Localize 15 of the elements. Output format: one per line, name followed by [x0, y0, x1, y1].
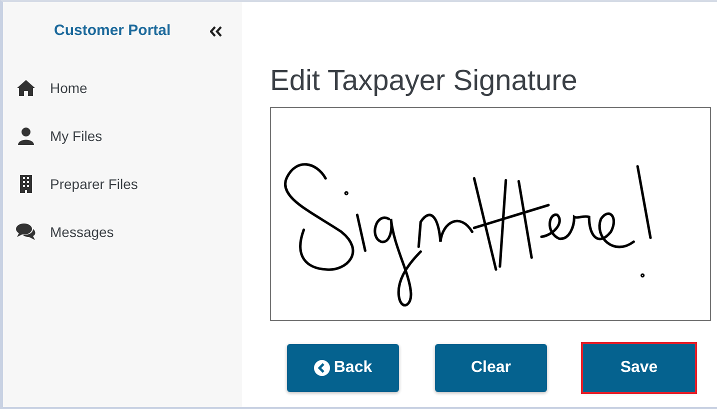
portal-title: Customer Portal: [54, 20, 171, 41]
nav-link[interactable]: Preparer Files: [3, 160, 242, 208]
nav-link[interactable]: Home: [3, 64, 242, 112]
nav-link[interactable]: Messages: [3, 208, 242, 256]
chat-bubbles-icon: [16, 223, 36, 241]
back-circle-icon: [314, 360, 330, 376]
nav-link[interactable]: My Files: [3, 112, 242, 160]
home-icon: [16, 79, 36, 97]
page-heading: Edit Taxpayer Signature: [270, 64, 578, 99]
collapse-icon[interactable]: [210, 26, 222, 36]
signature-pad[interactable]: [270, 106, 711, 321]
action-button[interactable]: Back: [287, 344, 399, 392]
action-button[interactable]: Clear: [435, 344, 547, 392]
action-button[interactable]: Save: [583, 344, 695, 392]
user-icon: [16, 127, 36, 145]
